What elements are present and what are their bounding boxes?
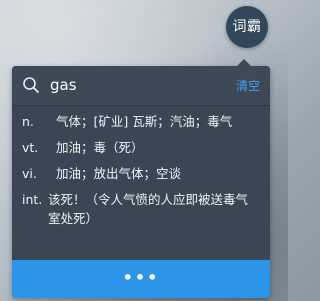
- search-icon: [22, 76, 40, 94]
- more-dots-icon: •••: [122, 268, 160, 287]
- definition-text: 该死！（令人气愤的人应即被送毒气室处死）: [48, 192, 249, 226]
- search-bar: 清空: [12, 66, 270, 106]
- definition-text: 加油；毒（死）: [56, 140, 144, 155]
- definition-list: n. 气体；[矿业] 瓦斯；汽油；毒气 vt. 加油；毒（死） vi. 加油；放…: [12, 112, 270, 235]
- part-of-speech: n.: [22, 114, 34, 129]
- popup-arrow: [237, 59, 251, 66]
- part-of-speech: int.: [22, 192, 43, 207]
- definition-row-vi: vi. 加油；放出气体；空谈: [12, 164, 270, 183]
- definition-text: 加油；放出气体；空谈: [56, 166, 182, 181]
- definition-row-vt: vt. 加油；毒（死）: [12, 138, 270, 157]
- dictionary-popup: 清空 n. 气体；[矿业] 瓦斯；汽油；毒气 vt. 加油；毒（死） vi. 加…: [12, 59, 270, 298]
- ciba-logo-button[interactable]: 词霸: [226, 6, 268, 48]
- search-input[interactable]: [50, 74, 220, 96]
- definition-row-int: int. 该死！（令人气愤的人应即被送毒气室处死）: [12, 190, 270, 228]
- clear-button[interactable]: 清空: [236, 77, 260, 94]
- definition-text: 气体；[矿业] 瓦斯；汽油；毒气: [56, 114, 233, 129]
- definition-row-noun: n. 气体；[矿业] 瓦斯；汽油；毒气: [12, 112, 270, 131]
- part-of-speech: vt.: [22, 140, 39, 155]
- part-of-speech: vi.: [22, 166, 37, 181]
- more-button[interactable]: •••: [12, 260, 270, 298]
